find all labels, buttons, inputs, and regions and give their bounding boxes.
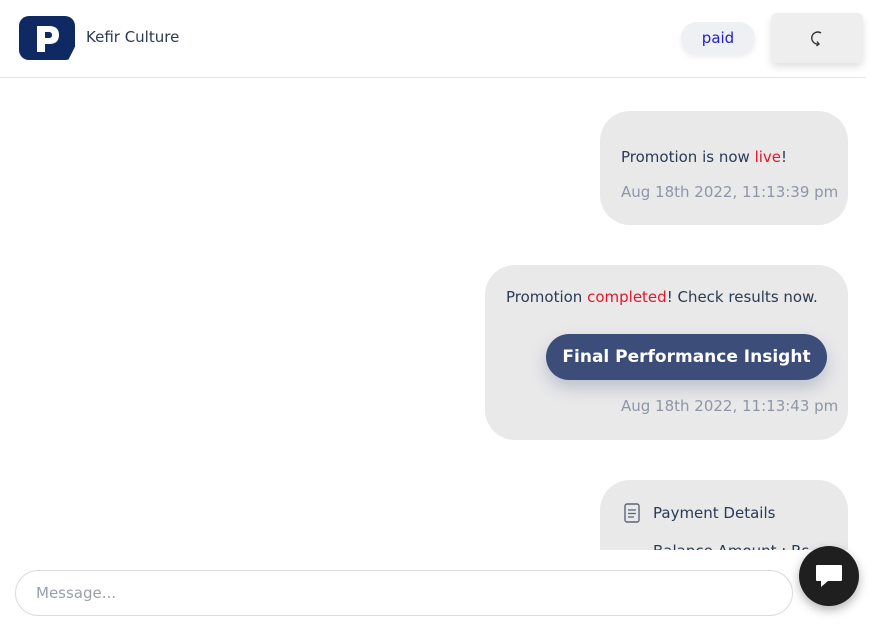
message-list[interactable]: Promotion is now live! Aug 18th 2022, 11… [0, 79, 866, 550]
payment-details-title: Payment Details [653, 504, 776, 522]
brand-name: Kefir Culture [86, 28, 180, 46]
chat-button[interactable] [799, 546, 859, 606]
message-timestamp: Aug 18th 2022, 11:13:39 pm [621, 183, 839, 201]
balance-amount-text: Balance Amount : Rs [653, 542, 809, 550]
message-text: Promotion completed! Check results now. [506, 288, 818, 306]
payment-details-bubble: Payment Details Balance Amount : Rs [600, 480, 848, 550]
payment-details-header: Payment Details [623, 503, 775, 523]
refresh-button[interactable] [771, 13, 863, 63]
message-input[interactable] [15, 570, 793, 616]
message-bubble: Promotion completed! Check results now. … [485, 265, 848, 440]
refresh-icon [811, 31, 822, 47]
chat-app: Kefir Culture paid Promotion is now live… [0, 0, 880, 634]
header: Kefir Culture paid [0, 0, 866, 78]
brand-logo-icon [19, 16, 75, 60]
chat-bubble-icon [816, 565, 842, 587]
final-performance-insight-button[interactable]: Final Performance Insight [546, 334, 827, 380]
message-text: Promotion is now live! [621, 148, 788, 166]
message-timestamp: Aug 18th 2022, 11:13:43 pm [621, 397, 839, 415]
highlight-text: live [754, 148, 782, 166]
document-icon [624, 503, 640, 523]
highlight-text: completed [587, 288, 667, 306]
message-bubble: Promotion is now live! Aug 18th 2022, 11… [600, 111, 848, 225]
status-badge: paid [681, 22, 755, 54]
